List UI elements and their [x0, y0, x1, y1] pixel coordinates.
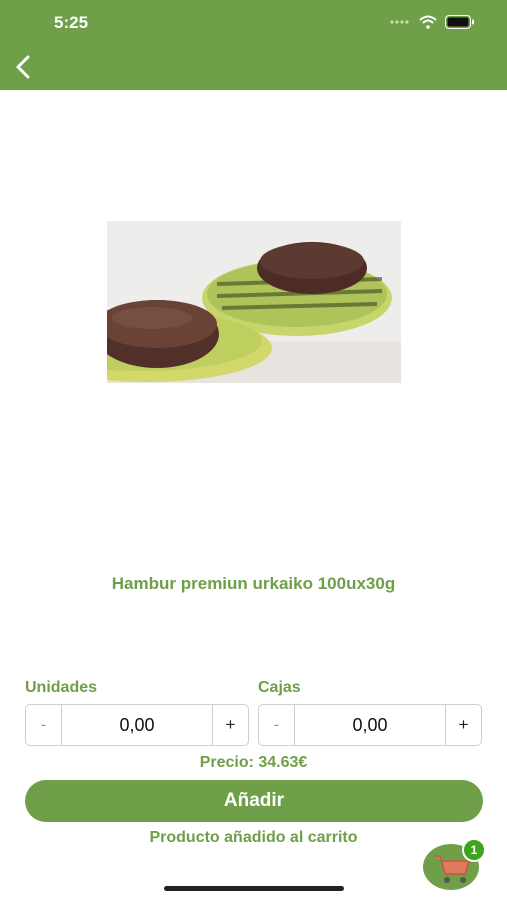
- cart-button[interactable]: 1: [423, 838, 486, 892]
- battery-icon: [445, 15, 474, 29]
- cart-badge: 1: [462, 838, 486, 862]
- boxes-increment-button[interactable]: +: [445, 705, 481, 745]
- boxes-decrement-button[interactable]: -: [259, 705, 295, 745]
- home-indicator[interactable]: [164, 886, 344, 891]
- chevron-left-icon: [16, 55, 30, 79]
- boxes-value[interactable]: 0,00: [295, 705, 445, 745]
- units-value[interactable]: 0,00: [62, 705, 212, 745]
- price-text: Precio: 34.63€: [199, 754, 308, 771]
- units-increment-button[interactable]: +: [212, 705, 248, 745]
- units-decrement-button[interactable]: -: [26, 705, 62, 745]
- status-icons: [389, 15, 475, 29]
- app-header: 5:25: [0, 0, 507, 90]
- add-to-cart-button[interactable]: Añadir: [25, 780, 483, 822]
- product-image: [107, 221, 401, 383]
- boxes-label: Cajas: [258, 679, 301, 696]
- wifi-icon: [419, 15, 437, 29]
- boxes-stepper: - 0,00 +: [258, 704, 482, 746]
- product-name: Hambur premiun urkaiko 100ux30g: [111, 574, 396, 593]
- status-time: 5:25: [54, 13, 89, 32]
- back-button[interactable]: [12, 54, 36, 80]
- units-label: Unidades: [25, 679, 98, 696]
- signal-icon: [390, 20, 409, 24]
- units-stepper: - 0,00 +: [25, 704, 249, 746]
